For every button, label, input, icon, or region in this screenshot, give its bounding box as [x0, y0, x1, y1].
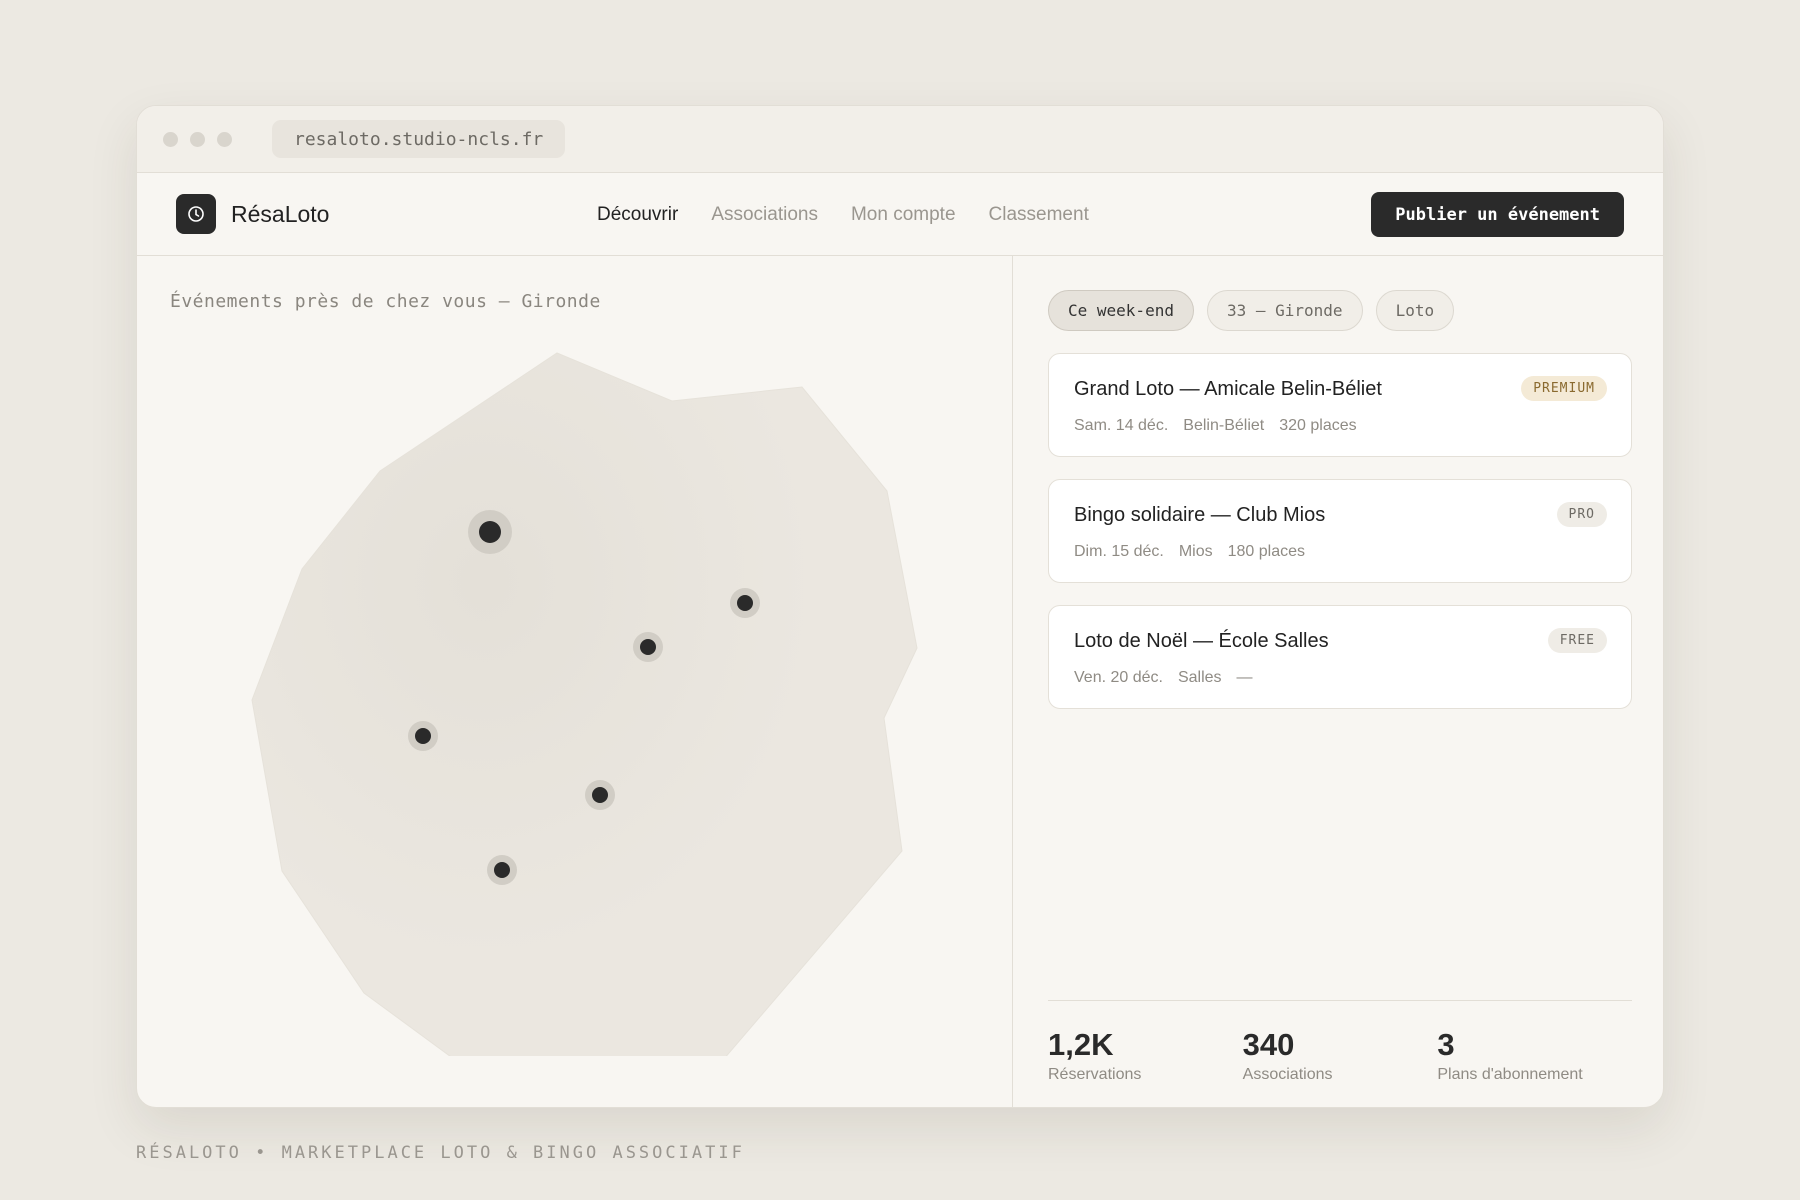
stats-bar: 1,2K Réservations 340 Associations 3 Pla… — [1048, 1000, 1632, 1084]
address-bar[interactable]: resaloto.studio-ncls.fr — [272, 120, 566, 158]
stat-value: 1,2K — [1048, 1027, 1114, 1062]
map-marker[interactable] — [468, 510, 512, 554]
event-capacity: 180 places — [1227, 543, 1305, 560]
filter-chips: Ce week-end 33 — Gironde Loto — [1048, 290, 1467, 331]
event-capacity: — — [1236, 669, 1253, 686]
map-marker[interactable] — [585, 780, 615, 810]
map-marker[interactable] — [487, 855, 517, 885]
main-content: Événements près de chez vous — Gironde C… — [137, 256, 1663, 1107]
map-region-shape — [251, 352, 918, 1056]
browser-window: resaloto.studio-ncls.fr RésaLoto Découvr… — [136, 105, 1664, 1108]
event-title: Loto de Noël — École Salles — [1074, 630, 1329, 652]
stat-plans: 3 Plans d'abonnement — [1437, 1029, 1632, 1084]
filter-chip-category[interactable]: Loto — [1375, 290, 1455, 331]
nav-item-decouvrir[interactable]: Découvrir — [597, 204, 678, 226]
event-place: Salles — [1177, 669, 1222, 686]
window-maximize-dot[interactable] — [217, 131, 232, 147]
plan-badge: FREE — [1547, 628, 1607, 653]
page-footer-caption: RÉSALOTO • MARKETPLACE LOTO & BINGO ASSO… — [136, 1143, 745, 1163]
nav-item-associations[interactable]: Associations — [711, 204, 818, 226]
event-title: Grand Loto — Amicale Belin-Béliet — [1074, 378, 1382, 400]
stat-label: Réservations — [1048, 1066, 1142, 1083]
map-section-title: Événements près de chez vous — Gironde — [170, 291, 601, 312]
browser-titlebar: resaloto.studio-ncls.fr — [137, 106, 1663, 173]
map-marker[interactable] — [730, 588, 760, 618]
map-marker[interactable] — [633, 632, 663, 662]
plan-badge: PRO — [1556, 502, 1607, 527]
event-title: Bingo solidaire — Club Mios — [1074, 504, 1326, 526]
top-navigation: RésaLoto Découvrir Associations Mon comp… — [137, 173, 1663, 256]
brand[interactable]: RésaLoto — [176, 194, 329, 234]
event-card[interactable]: Loto de Noël — École Salles Ven. 20 déc.… — [1048, 605, 1632, 709]
event-meta: Ven. 20 déc. Salles — — [1074, 669, 1268, 687]
gironde-map[interactable] — [137, 316, 1013, 1056]
stat-value: 340 — [1242, 1027, 1295, 1062]
stat-reservations: 1,2K Réservations — [1048, 1029, 1243, 1084]
event-card[interactable]: Bingo solidaire — Club Mios Dim. 15 déc.… — [1048, 479, 1632, 583]
publish-event-button[interactable]: Publier un événement — [1371, 192, 1624, 237]
clock-icon — [176, 194, 216, 234]
stat-label: Plans d'abonnement — [1437, 1066, 1583, 1083]
window-close-dot[interactable] — [163, 131, 178, 147]
event-date: Dim. 15 déc. — [1074, 543, 1164, 560]
event-date: Sam. 14 déc. — [1074, 417, 1169, 434]
events-panel: Ce week-end 33 — Gironde Loto Grand Loto… — [1014, 256, 1663, 1107]
event-meta: Dim. 15 déc. Mios 180 places — [1074, 543, 1320, 561]
event-place: Mios — [1178, 543, 1213, 560]
stat-value: 3 — [1437, 1027, 1455, 1062]
brand-name: RésaLoto — [231, 200, 330, 227]
filter-chip-department[interactable]: 33 — Gironde — [1206, 290, 1363, 331]
stat-label: Associations — [1242, 1066, 1333, 1083]
map-panel: Événements près de chez vous — Gironde — [137, 256, 1013, 1107]
plan-badge: PREMIUM — [1521, 376, 1607, 401]
filter-chip-weekend[interactable]: Ce week-end — [1048, 290, 1194, 331]
event-card[interactable]: Grand Loto — Amicale Belin-Béliet Sam. 1… — [1048, 353, 1632, 457]
map-marker[interactable] — [408, 721, 438, 751]
event-list: Grand Loto — Amicale Belin-Béliet Sam. 1… — [1048, 353, 1632, 731]
event-meta: Sam. 14 déc. Belin-Béliet 320 places — [1074, 417, 1372, 435]
event-place: Belin-Béliet — [1183, 417, 1265, 434]
nav-item-classement[interactable]: Classement — [989, 204, 1089, 226]
event-date: Ven. 20 déc. — [1074, 669, 1163, 686]
stat-associations: 340 Associations — [1243, 1029, 1438, 1084]
nav-item-mon-compte[interactable]: Mon compte — [851, 204, 956, 226]
main-menu: Découvrir Associations Mon compte Classe… — [597, 173, 1122, 256]
window-minimize-dot[interactable] — [190, 131, 205, 147]
event-capacity: 320 places — [1279, 417, 1357, 434]
